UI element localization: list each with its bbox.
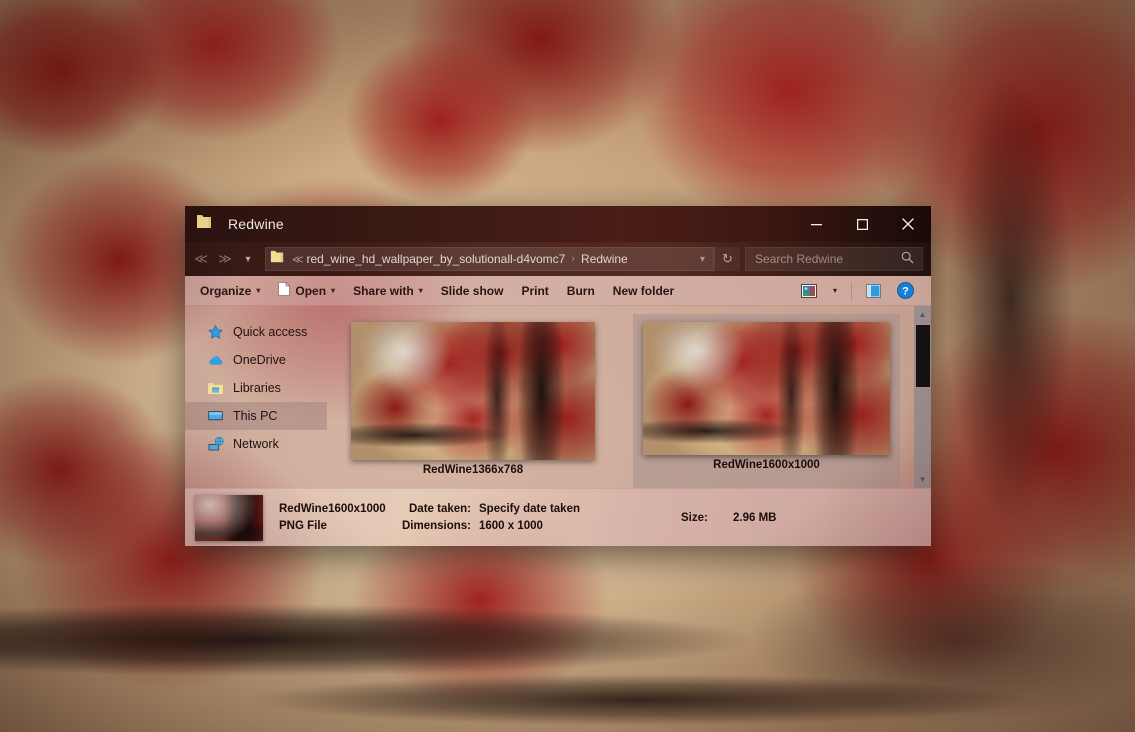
file-explorer-window: Redwine ≪ ≫ ▾ ≪ red_wine_hd_wallpaper_by… xyxy=(185,206,931,546)
toolbar-divider xyxy=(851,281,852,300)
file-item[interactable]: RedWine1366x768 xyxy=(341,314,605,488)
scrollbar-thumb[interactable] xyxy=(915,325,930,387)
share-with-label: Share with xyxy=(353,283,414,298)
file-thumbnail xyxy=(351,322,595,460)
search-icon xyxy=(893,251,922,267)
file-list-view[interactable]: RedWine1366x768 RedWine1600x1000 ▲ ▼ xyxy=(327,306,931,488)
details-fields: RedWine1600x1000 PNG File Date taken: Di… xyxy=(279,502,813,533)
chevron-down-icon: ▾ xyxy=(832,286,837,295)
help-icon[interactable]: ? xyxy=(890,279,921,303)
file-name-label: RedWine1600x1000 xyxy=(713,459,820,470)
details-pane: RedWine1600x1000 PNG File Date taken: Di… xyxy=(185,488,931,546)
breadcrumb-separator: › xyxy=(571,253,576,265)
details-date-taken-label: Date taken: xyxy=(409,503,471,515)
maximize-button[interactable] xyxy=(839,206,885,242)
navigation-pane: Quick access OneDrive Libraries This PC … xyxy=(185,306,327,488)
window-controls xyxy=(793,206,931,242)
sidebar-item-network[interactable]: Network xyxy=(185,430,327,458)
open-button[interactable]: Open ▾ xyxy=(269,279,344,303)
sidebar-item-label: This PC xyxy=(233,409,278,423)
slide-show-button[interactable]: Slide show xyxy=(432,279,513,303)
navigation-bar: ≪ ≫ ▾ ≪ red_wine_hd_wallpaper_by_solutio… xyxy=(185,242,931,276)
details-file-name: RedWine1600x1000 xyxy=(279,503,386,515)
svg-text:?: ? xyxy=(902,285,909,297)
search-input[interactable]: Search Redwine xyxy=(746,252,893,266)
scroll-down-button[interactable]: ▼ xyxy=(914,471,931,488)
share-with-button[interactable]: Share with ▾ xyxy=(344,279,432,303)
toolbar-right-group: ▾ ? xyxy=(794,279,925,303)
details-dimensions-value: 1600 x 1000 xyxy=(479,520,543,532)
sidebar-item-label: Libraries xyxy=(233,381,281,395)
network-icon xyxy=(207,436,224,453)
folder-icon xyxy=(270,250,284,268)
file-name-label: RedWine1366x768 xyxy=(422,464,524,475)
details-size-value: 2.96 MB xyxy=(733,511,777,524)
title-bar: Redwine xyxy=(185,206,931,242)
cloud-icon xyxy=(207,352,224,369)
chevron-down-icon[interactable]: ▾ xyxy=(692,254,713,265)
breadcrumb-segment-current[interactable]: Redwine xyxy=(581,252,628,266)
chevron-down-icon: ▾ xyxy=(418,286,423,295)
details-date-taken-value[interactable]: Specify date taken xyxy=(479,502,629,516)
view-options-dropdown[interactable]: ▾ xyxy=(826,279,844,303)
details-size-value-column: 2.96 MB xyxy=(733,511,813,525)
sidebar-item-quick-access[interactable]: Quick access xyxy=(185,318,327,346)
print-button[interactable]: Print xyxy=(512,279,557,303)
details-size-label: Size: xyxy=(681,511,708,524)
sidebar-item-label: OneDrive xyxy=(233,353,286,367)
organize-button[interactable]: Organize ▾ xyxy=(191,279,269,303)
chevron-down-icon: ▾ xyxy=(256,286,261,295)
details-name-column: RedWine1600x1000 PNG File xyxy=(279,502,386,533)
breadcrumb-overflow[interactable]: ≪ xyxy=(289,253,307,266)
command-toolbar: Organize ▾ Open ▾ Share with ▾ Slide sho… xyxy=(185,276,931,306)
back-button[interactable]: ≪ xyxy=(189,246,213,272)
minimize-button[interactable] xyxy=(793,206,839,242)
preview-pane-icon[interactable] xyxy=(859,279,888,303)
details-size-label-column: Size: xyxy=(681,511,727,525)
desktop-wallpaper: Redwine ≪ ≫ ▾ ≪ red_wine_hd_wallpaper_by… xyxy=(0,0,1135,732)
file-thumbnail xyxy=(643,322,890,455)
libraries-folder-icon xyxy=(207,380,224,397)
details-dimensions-label: Dimensions: xyxy=(401,520,471,532)
search-box[interactable]: Search Redwine xyxy=(745,247,923,271)
forward-button[interactable]: ≫ xyxy=(213,246,237,272)
details-thumbnail xyxy=(195,494,263,541)
organize-label: Organize xyxy=(200,283,252,298)
folder-icon xyxy=(196,214,212,234)
file-icon xyxy=(278,281,291,299)
window-body: Quick access OneDrive Libraries This PC … xyxy=(185,306,931,488)
address-bar[interactable]: ≪ red_wine_hd_wallpaper_by_solutionall-d… xyxy=(265,247,714,271)
breadcrumb-segment-parent[interactable]: red_wine_hd_wallpaper_by_solutionall-d4v… xyxy=(307,252,566,266)
picture-view-icon[interactable] xyxy=(794,279,824,303)
sidebar-item-label: Network xyxy=(233,437,279,451)
burn-button[interactable]: Burn xyxy=(558,279,604,303)
details-file-type: PNG File xyxy=(279,520,327,532)
new-folder-button[interactable]: New folder xyxy=(604,279,683,303)
recent-locations-button[interactable]: ▾ xyxy=(237,246,259,272)
sidebar-item-libraries[interactable]: Libraries xyxy=(185,374,327,402)
chevron-down-icon: ▾ xyxy=(331,286,336,295)
file-item[interactable]: RedWine1600x1000 xyxy=(633,314,900,488)
details-label-column: Date taken: Dimensions: xyxy=(383,502,471,533)
sidebar-item-this-pc[interactable]: This PC xyxy=(185,402,327,430)
open-label: Open xyxy=(295,283,327,298)
vertical-scrollbar[interactable]: ▲ ▼ xyxy=(914,306,931,488)
scroll-up-button[interactable]: ▲ xyxy=(914,306,931,323)
star-icon xyxy=(207,324,224,341)
refresh-icon[interactable]: ↻ xyxy=(714,247,740,271)
details-value-column: Specify date taken 1600 x 1000 xyxy=(479,502,629,533)
sidebar-item-label: Quick access xyxy=(233,325,308,339)
monitor-icon xyxy=(207,408,224,425)
close-button[interactable] xyxy=(885,206,931,242)
sidebar-item-onedrive[interactable]: OneDrive xyxy=(185,346,327,374)
window-title: Redwine xyxy=(228,216,284,232)
